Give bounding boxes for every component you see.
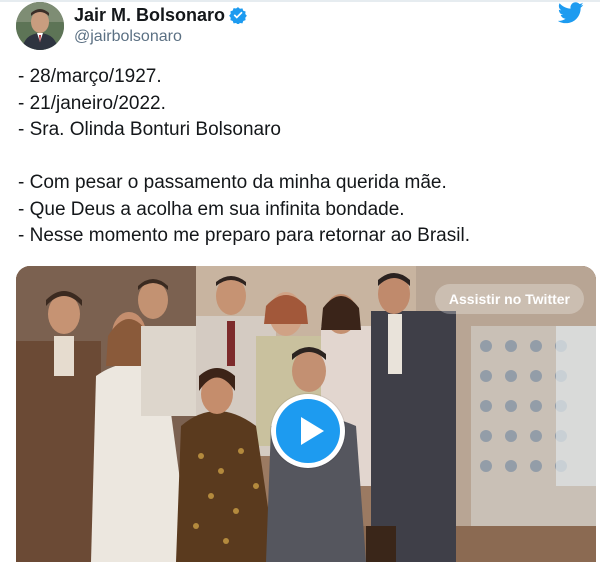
verified-badge-icon xyxy=(229,6,247,25)
play-button[interactable] xyxy=(271,394,345,468)
tweet-line: - 28/março/1927. xyxy=(18,66,162,87)
tweet-line: - Com pesar o passamento da minha querid… xyxy=(18,172,447,193)
play-icon xyxy=(301,417,324,445)
avatar[interactable] xyxy=(16,2,64,50)
tweet-line: - Sra. Olinda Bonturi Bolsonaro xyxy=(18,119,281,140)
tweet-line: - Nesse momento me preparo para retornar… xyxy=(18,225,470,246)
display-name[interactable]: Jair M. Bolsonaro xyxy=(74,4,225,26)
play-button-fill xyxy=(276,399,340,463)
video-player[interactable]: Assistir no Twitter xyxy=(16,266,596,562)
tweet-text: - 28/março/1927. - 21/janeiro/2022. - Sr… xyxy=(18,64,578,250)
twitter-bird-icon[interactable] xyxy=(557,2,584,24)
tweet-line: - Que Deus a acolha em sua infinita bond… xyxy=(18,198,405,220)
watch-on-twitter-button[interactable]: Assistir no Twitter xyxy=(434,284,584,314)
user-handle[interactable]: @jairbolsonaro xyxy=(74,26,247,48)
author-block: Jair M. Bolsonaro @jairbolsonaro xyxy=(74,4,247,48)
tweet-line: - 21/janeiro/2022. xyxy=(18,92,166,114)
tweet-header: Jair M. Bolsonaro @jairbolsonaro xyxy=(16,2,584,50)
